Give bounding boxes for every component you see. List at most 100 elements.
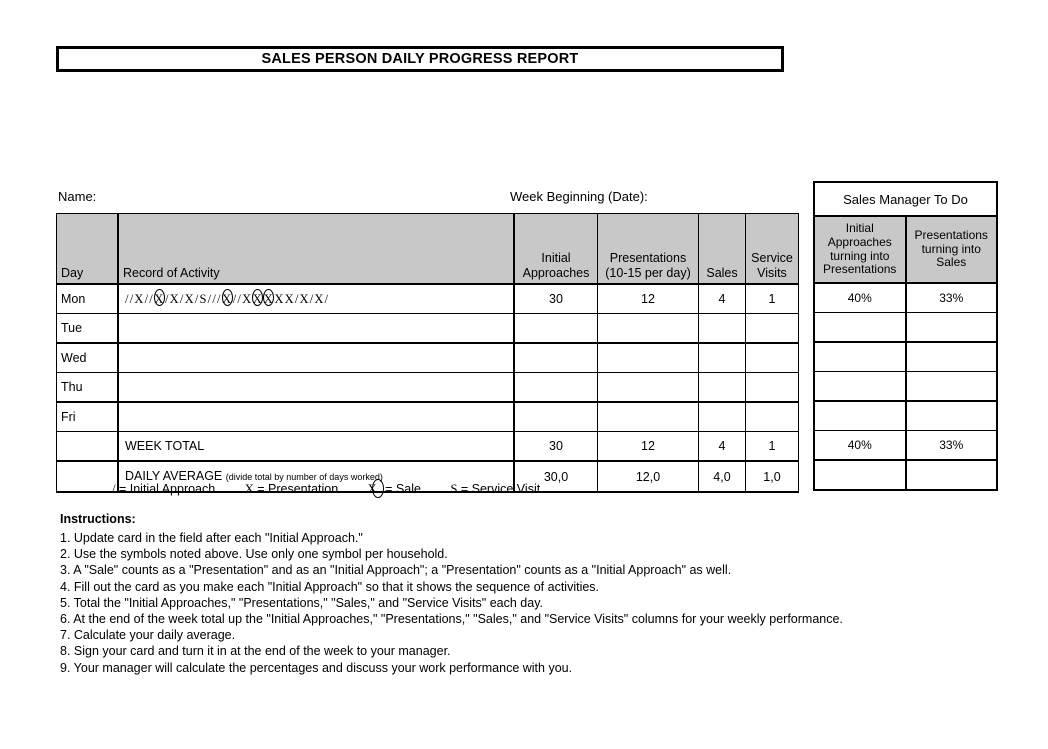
manager-table-row[interactable] (813, 312, 998, 343)
circled-x-symbol-icon: X (368, 479, 384, 498)
header-line-1: Service (751, 251, 793, 266)
cell-sales[interactable]: 4 (698, 283, 746, 314)
cell-daily-average-approaches-to-presentations (813, 459, 906, 491)
sym-x: X (299, 292, 310, 306)
manager-column-header-approaches-to-presentations: Initial Approaches turning into Presenta… (813, 215, 906, 284)
cell-presentations-to-sales[interactable] (904, 400, 998, 431)
cell-presentations[interactable] (597, 313, 699, 344)
header-line-4: Presentations (823, 262, 897, 277)
cell-day: Thu (56, 372, 119, 403)
header-line-2: turning into (921, 241, 981, 256)
legend-label: = Service Visit (460, 482, 541, 496)
sales-manager-todo-table: Sales Manager To Do Initial Approaches t… (813, 181, 998, 491)
cell-initial-approaches[interactable] (513, 372, 598, 403)
manager-table-row[interactable] (813, 341, 998, 372)
cell-record-of-activity[interactable]: //X//X/X/X/S///X//XXXXX/X/X/ (117, 283, 515, 314)
cell-service-visits[interactable] (745, 313, 799, 344)
table-row[interactable]: Thu (56, 372, 799, 403)
cell-approaches-to-presentations[interactable] (813, 400, 906, 431)
list-item: 8. Sign your card and turn it in at the … (60, 644, 451, 659)
sym-x: X (284, 292, 295, 306)
cell-sales[interactable] (698, 342, 746, 373)
cell-day: Fri (56, 401, 119, 432)
cell-presentations[interactable] (597, 342, 699, 373)
cell-presentations[interactable] (597, 401, 699, 432)
cell-week-total-presentations-to-sales: 33% (904, 430, 998, 461)
manager-table-row[interactable] (813, 400, 998, 431)
list-item: 5. Total the "Initial Approaches," "Pres… (60, 595, 543, 610)
week-total-label: WEEK TOTAL (125, 439, 205, 453)
cell-day: Wed (56, 342, 119, 373)
cell-initial-approaches[interactable] (513, 342, 598, 373)
table-row[interactable]: Fri (56, 401, 799, 432)
cell-presentations-to-sales[interactable] (904, 371, 998, 402)
table-row[interactable]: Mon //X//X/X/X/S///X//XXXXX/X/X/ 30 12 4… (56, 283, 799, 314)
legend-label: = Sale (385, 482, 421, 496)
cell-record-of-activity[interactable] (117, 313, 515, 344)
cell-week-total-approaches-to-presentations: 40% (813, 430, 906, 461)
header-line-1: Presentations (609, 251, 687, 266)
column-header-presentations: Presentations (10-15 per day) (597, 213, 699, 285)
s-symbol-icon: S (450, 482, 458, 496)
list-item: 2. Use the symbols noted above. Use only… (60, 547, 448, 562)
report-title-banner: SALES PERSON DAILY PROGRESS REPORT (56, 46, 784, 72)
legend-label: = Initial Approach (118, 482, 216, 496)
cell-initial-approaches[interactable] (513, 313, 598, 344)
slash-symbol-icon: / (112, 482, 116, 496)
cell-presentations[interactable]: 12 (597, 283, 699, 314)
header-line-1: Presentations (914, 227, 988, 242)
column-header-service-visits: Service Visits (745, 213, 799, 285)
cell-sales[interactable] (698, 313, 746, 344)
cell-initial-approaches[interactable]: 30 (513, 283, 598, 314)
week-beginning-label: Week Beginning (Date): (510, 189, 648, 204)
daily-average-label: DAILY AVERAGE (125, 469, 223, 483)
manager-column-header-presentations-to-sales: Presentations turning into Sales (904, 215, 998, 284)
legend-item-presentation: X = Presentation (245, 482, 338, 497)
cell-presentations-to-sales[interactable]: 33% (904, 282, 998, 313)
list-item: 1. Update card in the field after each "… (60, 531, 363, 545)
cell-record-of-activity[interactable] (117, 372, 515, 403)
instructions-heading: Instructions: (60, 512, 136, 526)
manager-table-body: Sales Manager To Do Initial Approaches t… (813, 181, 998, 491)
cell-record-of-activity[interactable] (117, 401, 515, 432)
sym-circled-x: X (263, 285, 275, 313)
cell-record-of-activity[interactable] (117, 342, 515, 373)
cell-approaches-to-presentations[interactable] (813, 371, 906, 402)
cell-daily-average-service-visits: 1,0 (745, 460, 799, 493)
sym-x: X (184, 292, 195, 306)
table-row[interactable]: Wed (56, 342, 799, 373)
sym-x: X (242, 292, 253, 306)
cell-approaches-to-presentations[interactable] (813, 341, 906, 372)
cell-approaches-to-presentations[interactable] (813, 312, 906, 343)
cell-presentations-to-sales[interactable] (904, 312, 998, 343)
cell-service-visits[interactable]: 1 (745, 283, 799, 314)
table-body: Mon //X//X/X/X/S///X//XXXXX/X/X/ 30 12 4… (56, 283, 799, 493)
header-line-3: turning into (830, 248, 890, 263)
cell-week-total-service-visits: 1 (745, 431, 799, 462)
header-row: Day Record of Activity Initial Approache… (56, 213, 799, 285)
cell-approaches-to-presentations[interactable]: 40% (813, 282, 906, 313)
cell-sales[interactable] (698, 401, 746, 432)
symbol-legend: / = Initial Approach X = Presentation X … (112, 479, 566, 498)
table-header: Day Record of Activity Initial Approache… (56, 213, 799, 285)
cell-service-visits[interactable] (745, 372, 799, 403)
cell-day-empty (56, 460, 119, 493)
cell-initial-approaches[interactable] (513, 401, 598, 432)
manager-table-row[interactable]: 40% 33% (813, 282, 998, 313)
daily-progress-table: Day Record of Activity Initial Approache… (56, 213, 799, 493)
cell-service-visits[interactable] (745, 342, 799, 373)
table-row[interactable]: Tue (56, 313, 799, 344)
cell-presentations-to-sales[interactable] (904, 341, 998, 372)
list-item: 9. Your manager will calculate the perce… (60, 660, 573, 675)
manager-table-row[interactable] (813, 371, 998, 402)
list-item: 6. At the end of the week total up the "… (60, 612, 843, 627)
cell-service-visits[interactable] (745, 401, 799, 432)
cell-day: Mon (56, 283, 119, 314)
manager-table-title: Sales Manager To Do (813, 181, 998, 217)
legend-label: = Presentation (257, 482, 339, 496)
manager-header-row: Initial Approaches turning into Presenta… (813, 215, 998, 284)
cell-sales[interactable] (698, 372, 746, 403)
cell-presentations[interactable] (597, 372, 699, 403)
page-title: SALES PERSON DAILY PROGRESS REPORT (261, 51, 579, 67)
cell-week-total-sales: 4 (698, 431, 746, 462)
